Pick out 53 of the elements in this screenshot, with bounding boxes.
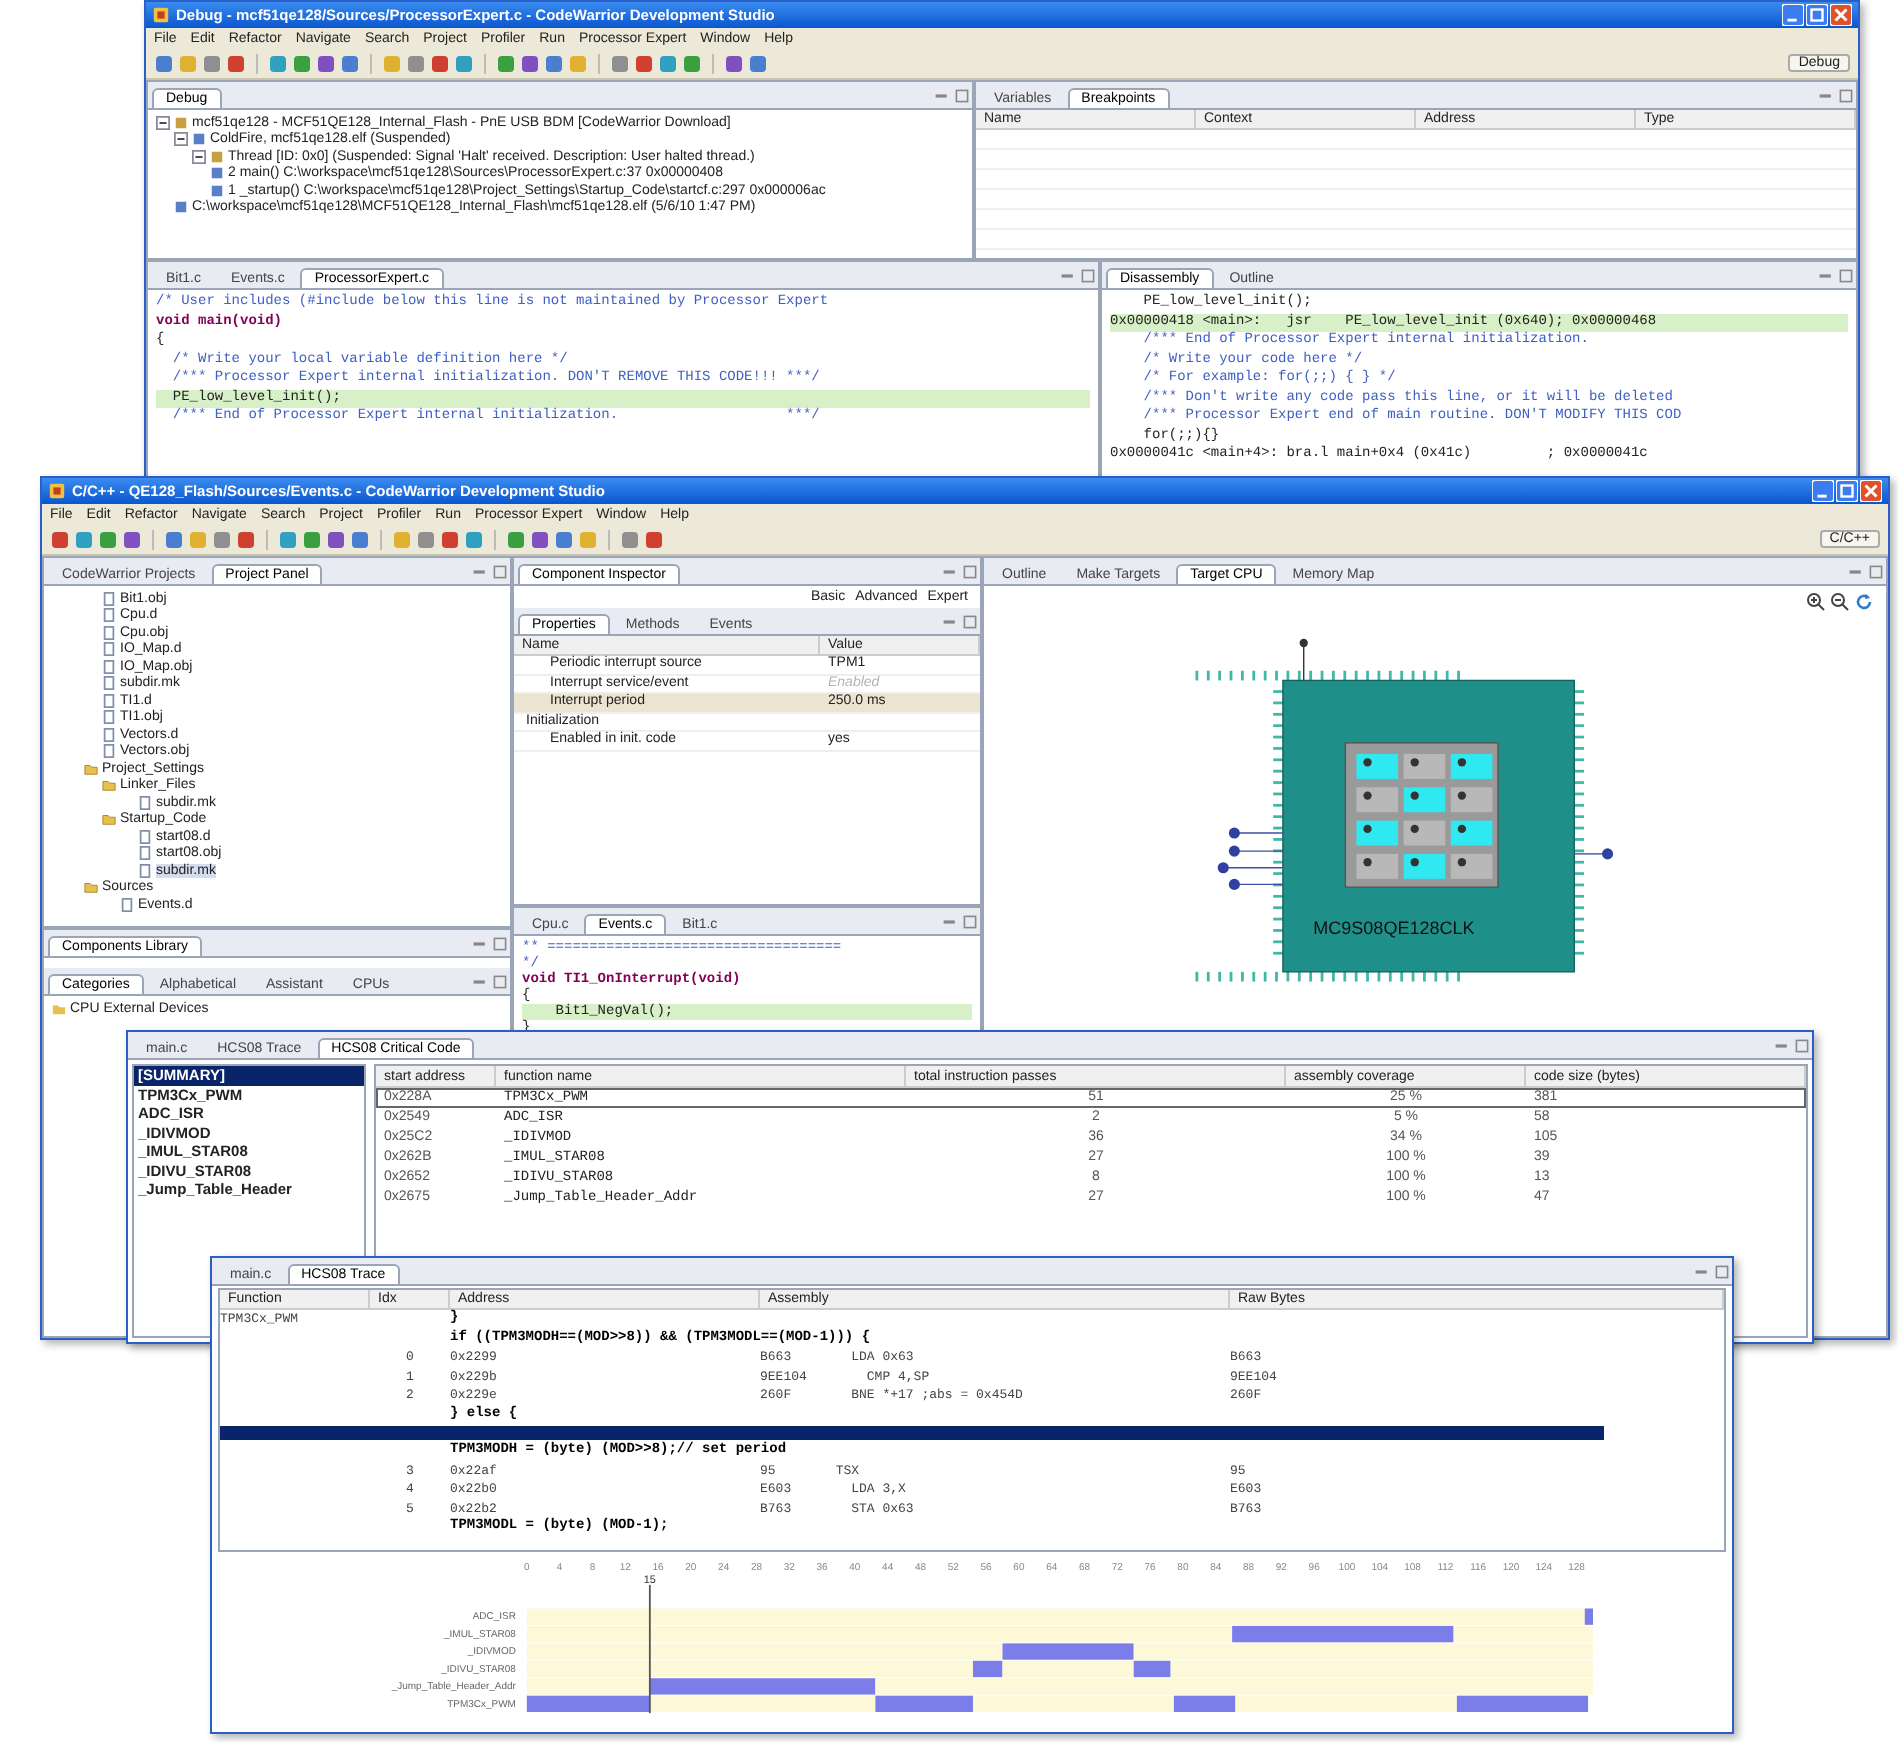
minimize-view-icon[interactable] <box>942 914 958 930</box>
maximize-view-icon[interactable] <box>962 564 978 580</box>
file-icon <box>120 897 134 912</box>
maximize-view-icon[interactable] <box>1714 1264 1730 1280</box>
maximize-view-icon[interactable] <box>962 914 978 930</box>
execution-bar <box>1584 1608 1593 1625</box>
maximize-view-icon[interactable] <box>1080 268 1096 284</box>
close-button[interactable] <box>1860 480 1882 502</box>
minimize-view-icon[interactable] <box>1818 88 1834 104</box>
minimize-view-icon[interactable] <box>942 614 958 630</box>
maximize-view-icon[interactable] <box>962 614 978 630</box>
maximize-view-icon[interactable] <box>492 936 508 952</box>
zoom-out-icon[interactable] <box>1830 592 1850 612</box>
app-icon <box>152 6 170 24</box>
tree-node-icon <box>174 200 188 215</box>
minimize-view-icon[interactable] <box>1848 564 1864 580</box>
maximize-view-icon[interactable] <box>1794 1038 1810 1054</box>
app-icon <box>48 482 66 500</box>
folder-icon <box>52 1001 66 1016</box>
execution-bar <box>1173 1695 1236 1712</box>
expand-icon[interactable] <box>192 149 206 164</box>
cursor-line[interactable] <box>648 1583 651 1714</box>
execution-bar <box>1456 1695 1589 1712</box>
minimize-view-icon[interactable] <box>472 974 488 990</box>
file-icon <box>138 795 152 810</box>
minimize-view-icon[interactable] <box>1818 268 1834 284</box>
maximize-view-icon[interactable] <box>492 564 508 580</box>
minimize-button[interactable] <box>1812 480 1834 502</box>
maximize-view-icon[interactable] <box>1868 564 1884 580</box>
tree-node-icon <box>192 132 206 147</box>
folder-icon <box>84 880 98 895</box>
minimize-button[interactable] <box>1782 4 1804 26</box>
expand-icon[interactable] <box>174 132 188 147</box>
maximize-view-icon[interactable] <box>954 88 970 104</box>
tree-node-icon <box>174 115 188 130</box>
close-button[interactable] <box>1830 4 1852 26</box>
minimize-view-icon[interactable] <box>942 564 958 580</box>
minimize-view-icon[interactable] <box>472 564 488 580</box>
folder-icon <box>102 812 116 827</box>
maximize-view-icon[interactable] <box>1838 88 1854 104</box>
maximize-view-icon[interactable] <box>1838 268 1854 284</box>
maximize-view-icon[interactable] <box>492 974 508 990</box>
expand-icon[interactable] <box>156 115 170 130</box>
minimize-view-icon[interactable] <box>934 88 950 104</box>
zoom-in-icon[interactable] <box>1806 592 1826 612</box>
minimize-view-icon[interactable] <box>472 936 488 952</box>
maximize-button[interactable] <box>1806 4 1828 26</box>
minimize-view-icon[interactable] <box>1694 1264 1710 1280</box>
chip-label: MC9S08QE128CLK <box>1313 918 1475 939</box>
refresh-icon[interactable] <box>1854 592 1874 612</box>
maximize-button[interactable] <box>1836 480 1858 502</box>
minimize-view-icon[interactable] <box>1060 268 1076 284</box>
minimize-view-icon[interactable] <box>1774 1038 1790 1054</box>
